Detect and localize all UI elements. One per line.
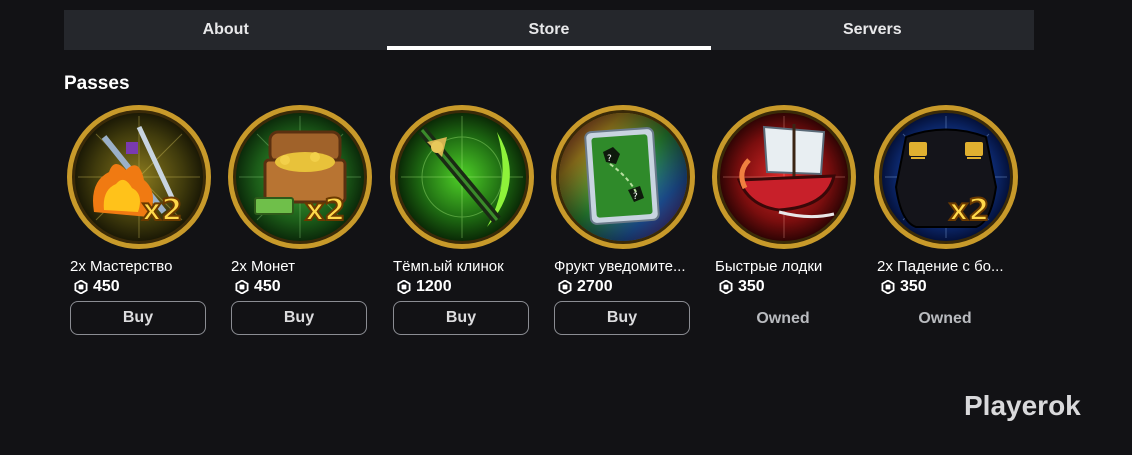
tab-store[interactable]: Store [387, 10, 711, 50]
buy-button[interactable]: Buy [393, 301, 529, 335]
tab-about[interactable]: About [64, 10, 387, 50]
pass-title: 2x Падение с бо... [877, 258, 1004, 275]
price: 450 [74, 278, 120, 296]
price-value: 350 [900, 278, 927, 295]
owned-status: Owned [756, 310, 810, 327]
price: 2700 [558, 278, 613, 296]
price-value: 1200 [416, 278, 452, 295]
robux-icon [74, 280, 88, 294]
price-value: 450 [254, 278, 281, 295]
svg-text:x2: x2 [142, 193, 182, 228]
price-value: 2700 [577, 278, 613, 295]
robux-icon [235, 280, 249, 294]
price: 350 [719, 278, 765, 296]
svg-text:x2: x2 [949, 193, 989, 228]
robux-icon [719, 280, 733, 294]
robux-icon [881, 280, 895, 294]
buy-button[interactable]: Buy [554, 301, 690, 335]
boss-drops-x2-icon[interactable]: x2 [871, 102, 1021, 252]
svg-text:?: ? [633, 192, 638, 202]
tab-bar: About Store Servers [64, 10, 1034, 50]
price-value: 350 [738, 278, 765, 295]
dark-blade-icon[interactable] [387, 102, 537, 252]
buy-button[interactable]: Buy [70, 301, 206, 335]
owned-status: Owned [918, 310, 972, 327]
price: 1200 [397, 278, 452, 296]
pass-title: 2x Монет [231, 258, 296, 275]
robux-icon [397, 280, 411, 294]
money-chest-x2-icon[interactable]: x2 [225, 102, 375, 252]
buy-button[interactable]: Buy [231, 301, 367, 335]
pass-title: Быстрые лодки [715, 258, 823, 275]
fruit-notifier-map-icon[interactable]: ? ? [548, 102, 698, 252]
price: 450 [235, 278, 281, 296]
pass-title: 2x Мастерство [70, 258, 173, 275]
watermark: Playerok [964, 390, 1081, 421]
svg-text:x2: x2 [305, 193, 345, 228]
mastery-x2-icon[interactable]: x2 [64, 102, 214, 252]
price-value: 450 [93, 278, 120, 295]
svg-text:?: ? [607, 154, 612, 164]
pass-title: Тёмn.ый клинок [393, 258, 504, 275]
robux-icon [558, 280, 572, 294]
pass-title: Фрукт уведомите... [554, 258, 686, 275]
fast-boats-icon[interactable] [709, 102, 859, 252]
section-title: Passes [64, 73, 130, 94]
tab-servers[interactable]: Servers [711, 10, 1034, 50]
price: 350 [881, 278, 927, 296]
